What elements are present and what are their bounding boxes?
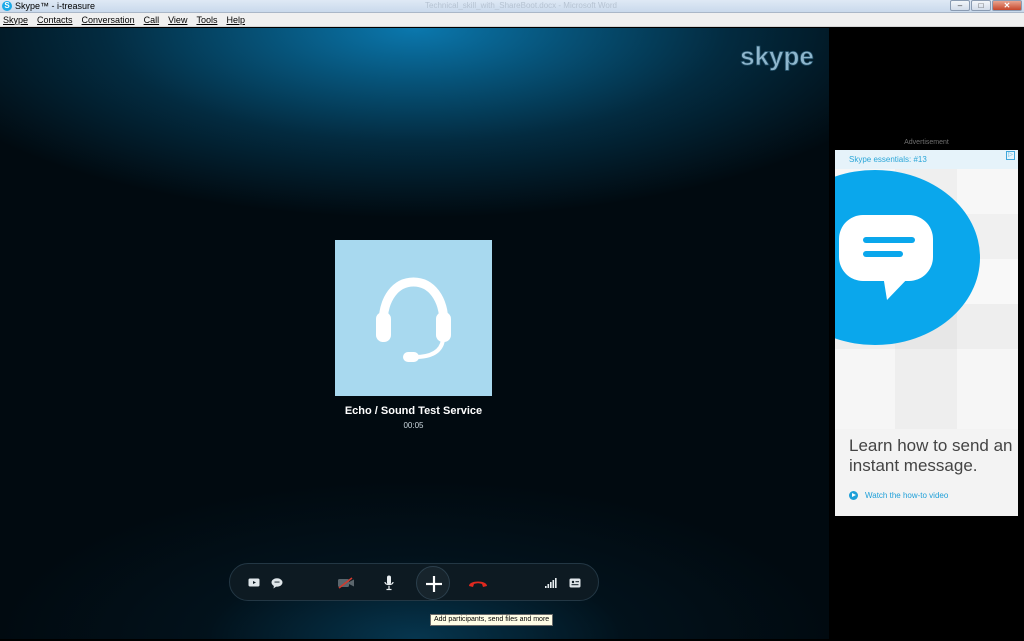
call-duration: 00:05	[403, 421, 424, 430]
call-controls-bar	[229, 563, 599, 601]
call-quality-button[interactable]	[542, 564, 560, 602]
ad-headline: Learn how to send an instant message.	[849, 436, 1013, 475]
menu-view[interactable]: View	[168, 15, 187, 25]
close-button[interactable]: ✕	[992, 0, 1022, 11]
video-off-icon	[338, 577, 354, 589]
more-options-button[interactable]	[566, 564, 584, 602]
contact-name: Echo / Sound Test Service	[344, 405, 483, 417]
contact-avatar	[335, 240, 492, 396]
signal-bars-icon	[545, 578, 557, 588]
chat-bubble-icon	[271, 577, 283, 588]
skype-app-icon[interactable]: S	[2, 1, 12, 11]
plus-icon	[426, 576, 442, 592]
background-window-title: Technical_skill_with_ShareBoot.docx - Mi…	[425, 1, 617, 10]
adchoices-icon[interactable]: ▷	[1006, 151, 1015, 160]
skype-logo-text: skype	[740, 41, 814, 71]
menu-call[interactable]: Call	[144, 15, 160, 25]
hang-up-icon	[469, 581, 487, 587]
title-bar: S Skype™ - i-treasure Technical_skill_wi…	[0, 0, 1024, 13]
video-toggle-button[interactable]	[334, 564, 358, 602]
menu-tools[interactable]: Tools	[196, 15, 217, 25]
instant-message-button[interactable]	[268, 564, 286, 602]
window-title: Skype™ - i-treasure	[15, 1, 96, 11]
menu-skype[interactable]: Skype	[3, 15, 28, 25]
minimize-button[interactable]: –	[950, 0, 970, 11]
screen-icon	[248, 578, 260, 587]
microphone-icon	[384, 575, 394, 591]
dialpad-icon	[569, 578, 581, 588]
menu-conversation[interactable]: Conversation	[82, 15, 135, 25]
menu-bar: Skype Contacts Conversation Call View To…	[0, 13, 1024, 27]
end-call-button[interactable]	[466, 564, 490, 602]
ad-sidebar: Advertisement Skype essentials: #13 ▷ Le…	[829, 28, 1024, 639]
ad-banner[interactable]: Skype essentials: #13 ▷ Learn how to sen…	[835, 150, 1018, 516]
window-controls: – □ ✕	[950, 0, 1022, 11]
skype-logo: skype	[740, 41, 814, 72]
chat-bubble-icon	[839, 215, 933, 300]
call-stage: skype Echo / Sound Test Service 00:05	[0, 28, 829, 639]
menu-help[interactable]: Help	[226, 15, 245, 25]
add-participants-tooltip: Add participants, send files and more	[430, 614, 554, 626]
advertisement-label: Advertisement	[904, 139, 949, 146]
add-participants-button[interactable]	[416, 566, 450, 600]
ad-header: Skype essentials: #13	[835, 150, 1018, 169]
show-call-window-button[interactable]	[245, 564, 263, 602]
play-icon	[849, 491, 858, 500]
watch-video-link[interactable]: Watch the how-to video	[849, 491, 948, 500]
microphone-button[interactable]	[380, 564, 398, 602]
maximize-button[interactable]: □	[971, 0, 991, 11]
watch-video-label: Watch the how-to video	[865, 491, 949, 500]
headset-icon	[376, 277, 451, 362]
menu-contacts[interactable]: Contacts	[37, 15, 73, 25]
